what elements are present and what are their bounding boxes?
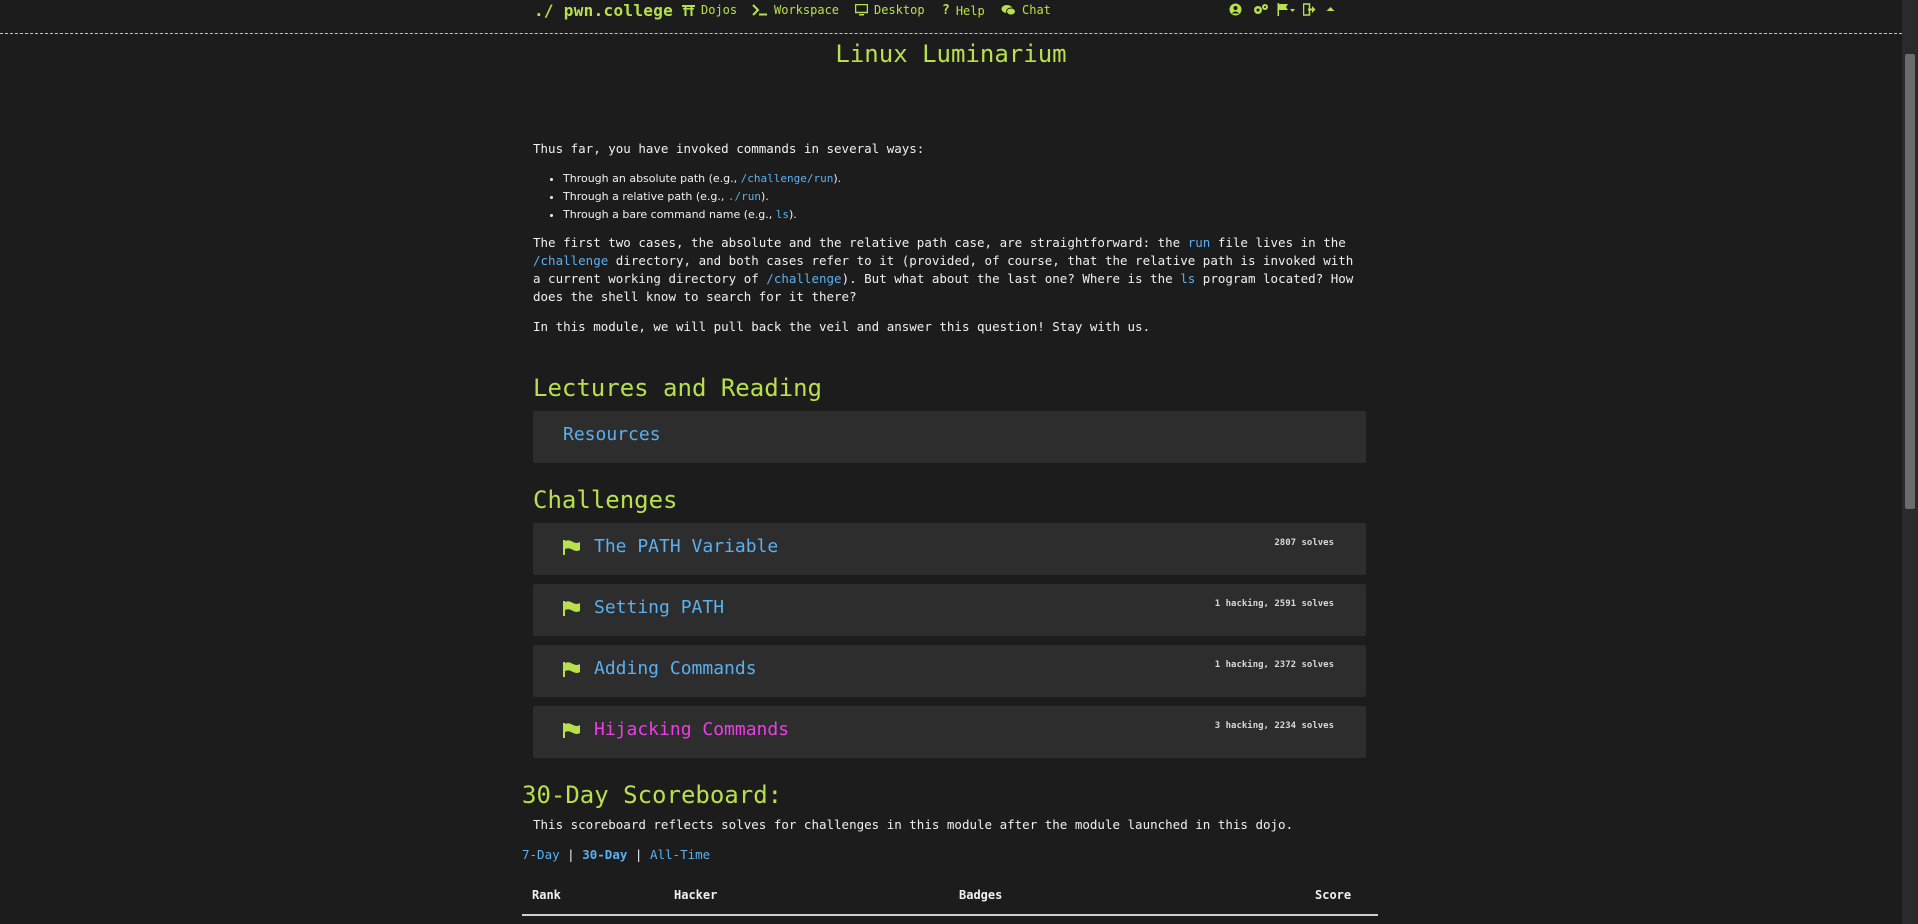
nav-chat[interactable]: Chat bbox=[1001, 3, 1051, 17]
logout-icon[interactable] bbox=[1303, 3, 1316, 16]
challenges-heading: Challenges bbox=[533, 486, 678, 514]
column-rank: Rank bbox=[532, 888, 561, 902]
scoreboard-title: 30-Day Scoreboard: bbox=[522, 781, 783, 809]
column-badges: Badges bbox=[959, 888, 1003, 902]
flag-icon bbox=[563, 723, 580, 738]
challenge-item[interactable]: Setting PATH 1 hacking, 2591 solves bbox=[533, 584, 1366, 636]
intro-lead: Thus far, you have invoked commands in s… bbox=[533, 141, 925, 156]
intro-paragraph-3: In this module, we will pull back the ve… bbox=[533, 319, 1151, 334]
challenge-item[interactable]: The PATH Variable 2807 solves bbox=[533, 523, 1366, 575]
brand-logo[interactable]: ./ pwn.college bbox=[534, 1, 673, 20]
column-hacker: Hacker bbox=[674, 888, 718, 902]
challenge-title: The PATH Variable bbox=[594, 536, 779, 557]
settings-cogs-icon[interactable] bbox=[1253, 3, 1269, 16]
column-score: Score bbox=[1315, 888, 1352, 902]
challenge-solves: 2807 solves bbox=[1274, 538, 1334, 548]
tab-30-day[interactable]: 30-Day bbox=[582, 847, 627, 862]
challenge-item[interactable]: Adding Commands 1 hacking, 2372 solves bbox=[533, 645, 1366, 697]
nav-workspace[interactable]: Workspace bbox=[752, 3, 839, 17]
scrollbar-thumb[interactable] bbox=[1905, 54, 1915, 509]
challenge-title: Adding Commands bbox=[594, 658, 757, 679]
page-scrollbar[interactable] bbox=[1902, 0, 1918, 924]
scoreboard-description: This scoreboard reflects solves for chal… bbox=[533, 817, 1294, 832]
nav-desktop[interactable]: Desktop bbox=[855, 3, 925, 17]
top-navbar: ./ pwn.college Dojos Workspace Desktop ?… bbox=[0, 0, 1902, 34]
caret-up-icon[interactable] bbox=[1326, 3, 1335, 16]
flag-icon bbox=[563, 601, 580, 616]
terminal-icon bbox=[752, 4, 767, 16]
tab-7-day[interactable]: 7-Day bbox=[522, 847, 560, 862]
question-icon: ? bbox=[942, 3, 950, 18]
list-item: Through a bare command name (e.g., ls). bbox=[563, 206, 1357, 224]
nav-dojos-label: Dojos bbox=[701, 3, 738, 17]
flag-dropdown-icon[interactable] bbox=[1277, 3, 1296, 16]
tab-separator: | bbox=[567, 847, 575, 862]
nav-desktop-label: Desktop bbox=[874, 3, 925, 17]
module-description: Thus far, you have invoked commands in s… bbox=[533, 140, 1357, 348]
flag-icon bbox=[563, 662, 580, 677]
challenge-title: Hijacking Commands bbox=[594, 719, 790, 740]
challenge-solves: 3 hacking, 2234 solves bbox=[1214, 721, 1334, 731]
user-circle-icon[interactable] bbox=[1229, 3, 1242, 16]
flag-icon bbox=[563, 540, 580, 555]
nav-workspace-label: Workspace bbox=[774, 3, 840, 17]
intro-paragraph-2: The first two cases, the absolute and th… bbox=[533, 235, 1354, 304]
nav-chat-label: Chat bbox=[1022, 3, 1051, 17]
scoreboard-table-header: Rank Hacker Badges Score bbox=[522, 878, 1378, 916]
nav-help-label: Help bbox=[955, 3, 985, 18]
lectures-heading: Lectures and Reading bbox=[533, 374, 822, 402]
tab-all-time[interactable]: All-Time bbox=[650, 847, 710, 862]
resources-label: Resources bbox=[563, 424, 661, 445]
scoreboard-range-tabs: 7-Day | 30-Day | All-Time bbox=[522, 847, 710, 862]
monitor-icon bbox=[855, 4, 868, 16]
module-title: Linux Luminarium bbox=[835, 40, 1067, 68]
resources-panel[interactable]: Resources bbox=[533, 411, 1366, 463]
list-item: Through an absolute path (e.g., /challen… bbox=[563, 170, 1357, 188]
chat-bubbles-icon bbox=[1001, 5, 1016, 16]
nav-dojos[interactable]: Dojos bbox=[682, 3, 737, 17]
challenge-title: Setting PATH bbox=[594, 597, 725, 618]
torii-gate-icon bbox=[682, 5, 695, 16]
nav-help[interactable]: ? Help bbox=[942, 3, 985, 18]
challenge-solves: 1 hacking, 2591 solves bbox=[1214, 599, 1334, 609]
challenge-solves: 1 hacking, 2372 solves bbox=[1214, 660, 1334, 670]
list-item: Through a relative path (e.g., ./run). bbox=[563, 188, 1357, 206]
challenge-item[interactable]: Hijacking Commands 3 hacking, 2234 solve… bbox=[533, 706, 1366, 758]
invocation-ways-list: Through an absolute path (e.g., /challen… bbox=[533, 170, 1357, 224]
tab-separator: | bbox=[634, 847, 643, 862]
